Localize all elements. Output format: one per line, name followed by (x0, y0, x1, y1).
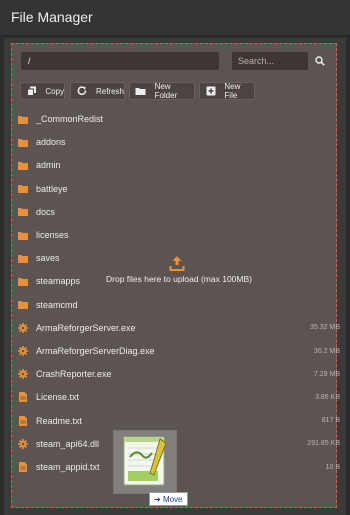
file-name: _CommonRedist (36, 114, 104, 124)
file-row[interactable]: ArmaReforgerServer.exe 35.32 MB (18, 319, 340, 337)
file-name: licenses (36, 230, 69, 240)
path-input[interactable] (21, 52, 219, 70)
file-row[interactable]: steam_appid.txt 10 B (18, 458, 340, 476)
file-name: ArmaReforgerServerDiag.exe (36, 346, 155, 356)
copy-label: Copy (45, 86, 64, 96)
gear-icon (18, 438, 28, 449)
refresh-button[interactable]: Refresh (70, 82, 125, 100)
folder-icon (18, 184, 28, 194)
file-name: License.txt (36, 392, 80, 403)
file-name: ArmaReforgerServer.exe (36, 322, 136, 333)
file-row[interactable]: License.txt 3.86 KB (18, 388, 340, 406)
new-folder-button[interactable]: New Folder (129, 82, 195, 100)
file-name: steam_appid.txt (36, 462, 100, 472)
folder-plus-icon (135, 85, 147, 97)
move-tooltip: ➔ Move (149, 492, 188, 506)
file-name: addons (36, 137, 66, 148)
folder-icon (18, 114, 28, 124)
file-name: steam_api64.dll (36, 438, 100, 449)
file-row[interactable]: _CommonRedist (18, 110, 340, 128)
folder-icon (18, 160, 28, 170)
move-label: Move (162, 494, 183, 504)
arrow-right-icon: ➔ (154, 494, 163, 504)
file-row[interactable]: CrashReporter.exe 7.29 MB (18, 365, 340, 383)
file-row[interactable]: steamcmd (18, 296, 340, 314)
file-size: 35.32 MB (310, 324, 340, 332)
file-name: docs (36, 206, 56, 217)
new-file-button[interactable]: New File (199, 82, 255, 100)
drag-preview (113, 430, 177, 494)
file-row[interactable]: licenses (18, 226, 340, 244)
refresh-label: Refresh (95, 86, 124, 96)
gear-icon (18, 346, 28, 356)
folder-icon (18, 207, 28, 217)
file-size: 817 B (321, 417, 340, 425)
plus-square-icon (205, 85, 216, 97)
file-row[interactable]: docs (18, 203, 340, 221)
file-size: 10 B (325, 463, 340, 471)
folder-icon (18, 137, 28, 147)
file-size: 7.29 MB (313, 370, 340, 378)
copy-button[interactable]: Copy (20, 82, 65, 100)
file-name: Readme.txt (36, 415, 83, 426)
search-input[interactable] (232, 52, 308, 70)
refresh-icon (76, 85, 88, 97)
file-name: battleye (36, 183, 68, 194)
file-row[interactable]: ArmaReforgerServerDiag.exe 36.2 MB (18, 342, 340, 360)
file-row[interactable]: addons (18, 133, 340, 151)
file-row[interactable]: admin (18, 156, 340, 174)
file-size: 291.85 KB (307, 440, 340, 448)
upload-indicator (0, 255, 350, 276)
file-row[interactable]: steam_api64.dll 291.85 KB (18, 435, 340, 453)
header-bar: File Manager (0, 0, 350, 36)
file-size: 3.86 KB (315, 393, 340, 401)
copy-icon (26, 85, 37, 97)
file-name: steamcmd (36, 299, 78, 310)
new-file-label: New File (224, 82, 241, 100)
file-name: admin (36, 160, 61, 171)
folder-icon (18, 230, 28, 240)
file-text-icon (18, 415, 28, 426)
upload-icon (169, 256, 185, 271)
search-icon (315, 56, 325, 66)
gear-icon (18, 369, 28, 380)
folder-icon (18, 300, 28, 310)
file-size: 36.2 MB (313, 347, 340, 355)
file-name: CrashReporter.exe (36, 369, 112, 380)
file-row[interactable]: battleye (18, 180, 340, 198)
page-title: File Manager (11, 9, 93, 25)
notepad-file-icon (123, 436, 167, 486)
file-row[interactable]: Readme.txt 817 B (18, 412, 340, 430)
search-button[interactable] (312, 53, 328, 69)
gear-icon (18, 322, 28, 333)
dropzone-hint: Drop files here to upload (max 100MB) (106, 274, 252, 284)
new-folder-label: New Folder (154, 82, 178, 100)
file-text-icon (18, 392, 28, 403)
file-text-icon (18, 462, 28, 472)
